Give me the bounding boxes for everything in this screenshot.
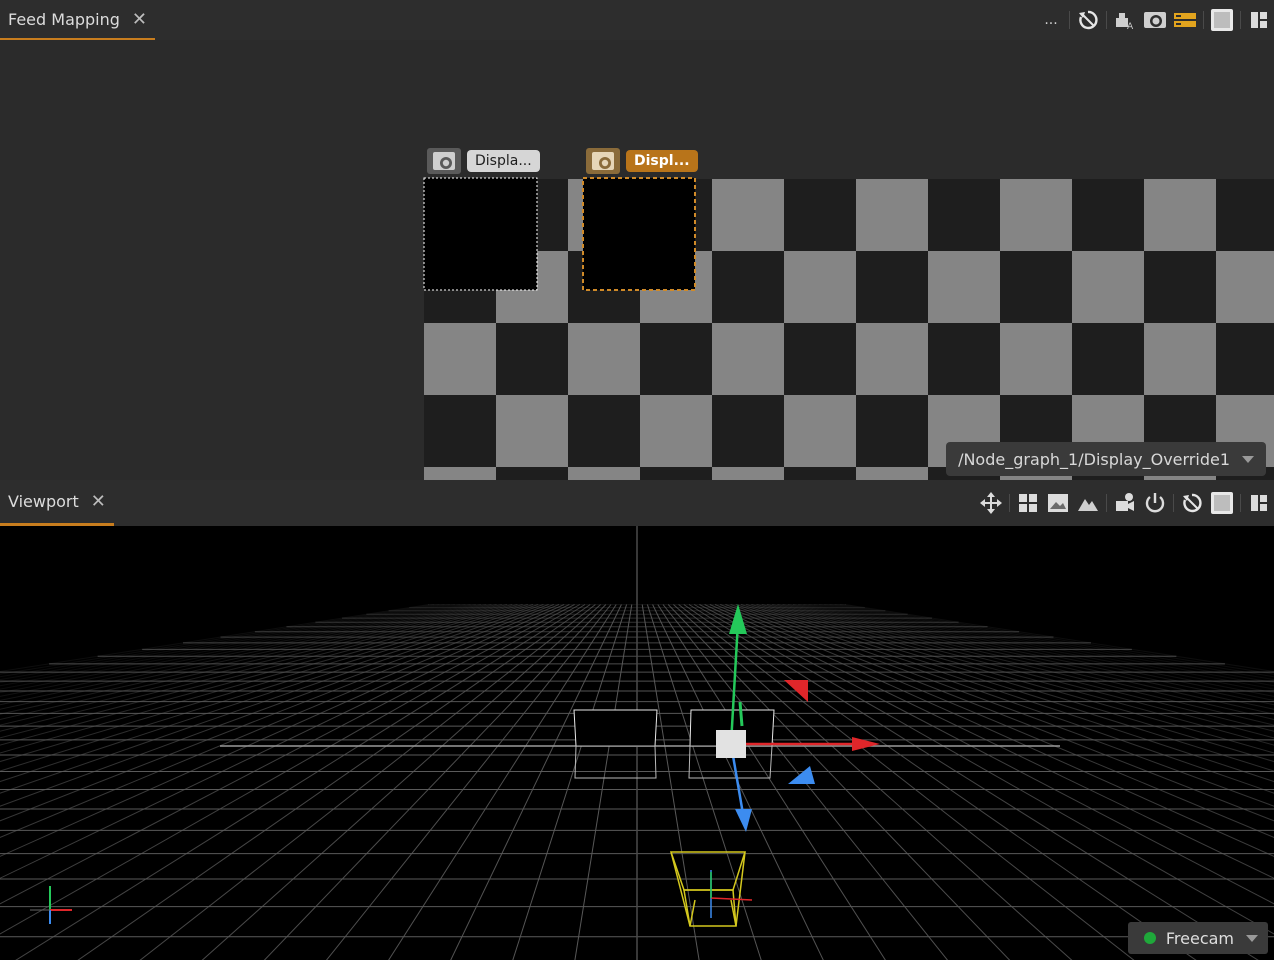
chevron-down-icon [1242, 455, 1254, 463]
viewport-3d-canvas[interactable]: Freecam [0, 526, 1274, 960]
display-tag-right[interactable]: Displ... [586, 148, 698, 174]
feed-mapping-tabbar: Feed Mapping ✕ ... A [0, 0, 1274, 41]
toolbar-separator [1106, 494, 1107, 512]
viewport-tabbar: Viewport ✕ [0, 480, 1274, 526]
display-icon [586, 148, 620, 174]
toolbar-separator [1009, 494, 1010, 512]
viewport-panel: Viewport ✕ Freecam [0, 480, 1274, 960]
display-icon [427, 148, 461, 174]
fullscreen-icon[interactable] [1207, 488, 1237, 518]
toolbar-separator [1106, 11, 1107, 29]
display-region-right[interactable] [582, 177, 696, 291]
toolbar-separator [1240, 494, 1241, 512]
axis-indicator [30, 886, 72, 924]
layers-icon[interactable] [1170, 5, 1200, 35]
camera-mode-label: Freecam [1165, 928, 1234, 948]
toolbar-separator [1203, 11, 1204, 29]
layout-icon[interactable] [1244, 488, 1274, 518]
power-icon[interactable] [1140, 488, 1170, 518]
layout-icon[interactable] [1244, 5, 1274, 35]
display-target-icon[interactable] [1140, 5, 1170, 35]
feed-mapping-tab[interactable]: Feed Mapping ✕ [0, 0, 156, 41]
status-indicator [1143, 932, 1156, 944]
close-icon[interactable]: ✕ [91, 491, 106, 512]
grid-view-icon[interactable] [1013, 488, 1043, 518]
checkerboard [423, 177, 1274, 480]
node-path-dropdown[interactable]: /Node_graph_1/Display_Override1 [946, 442, 1266, 476]
close-icon[interactable]: ✕ [132, 9, 147, 30]
svg-text:A: A [1127, 22, 1134, 32]
viewport-tab-label: Viewport [8, 492, 79, 511]
feed-mapping-panel: Feed Mapping ✕ ... A Displa... Displ... … [0, 0, 1274, 480]
display-label-left: Displa... [467, 150, 540, 172]
feed-mapping-canvas[interactable]: Displa... Displ... /Node_graph_1/Display… [0, 40, 1274, 480]
toolbar-separator [1069, 11, 1070, 29]
camera-icon[interactable] [1110, 488, 1140, 518]
toolbar-separator [1173, 494, 1174, 512]
chevron-down-icon [1246, 934, 1258, 942]
transform-gizmo[interactable] [716, 604, 880, 832]
viewport-toolbar [976, 480, 1274, 526]
reset-view-icon[interactable] [1177, 488, 1207, 518]
display-tag-left[interactable]: Displa... [427, 148, 540, 174]
scene-svg [0, 526, 1274, 960]
terrain-icon[interactable] [1073, 488, 1103, 518]
more-label: ... [1044, 12, 1058, 28]
viewport-tab[interactable]: Viewport ✕ [0, 480, 114, 526]
more-options-button[interactable]: ... [1036, 5, 1066, 35]
fullscreen-icon[interactable] [1207, 5, 1237, 35]
display-label-right: Displ... [626, 150, 698, 172]
toolbar-separator [1240, 11, 1241, 29]
display-text-icon[interactable]: A [1110, 5, 1140, 35]
move-gizmo-icon[interactable] [976, 488, 1006, 518]
image-icon[interactable] [1043, 488, 1073, 518]
feed-mapping-toolbar: ... A [1036, 0, 1274, 40]
camera-mode-dropdown[interactable]: Freecam [1127, 922, 1268, 954]
node-path-label: /Node_graph_1/Display_Override1 [958, 449, 1230, 469]
display-quad-left[interactable] [573, 709, 658, 779]
feed-mapping-tab-label: Feed Mapping [8, 9, 120, 29]
display-region-left[interactable] [423, 177, 538, 291]
reset-view-icon[interactable] [1073, 5, 1103, 35]
